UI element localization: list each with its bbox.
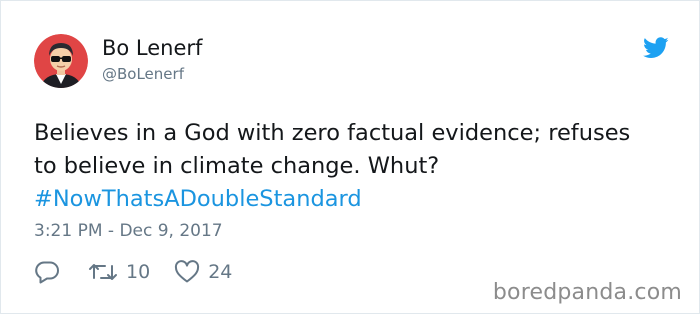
hashtag-link[interactable]: #NowThatsADoubleStandard [34,183,684,216]
tweet-text-line-2: to believe in climate change. Whut? [34,153,440,179]
like-button[interactable]: 24 [174,260,232,284]
reply-icon [34,260,60,284]
like-count: 24 [208,261,233,283]
heart-icon [174,260,200,284]
author-name[interactable]: Bo Lenerf [102,36,202,60]
retweet-button[interactable]: 10 [88,261,150,283]
retweet-icon [88,261,118,283]
avatar-image [34,34,88,88]
tweet-text: Believes in a God with zero factual evid… [34,117,684,216]
tweet-card: Bo Lenerf @BoLenerf Believes in a God wi… [0,0,700,314]
retweet-count: 10 [126,261,151,283]
avatar[interactable] [34,34,88,88]
timestamp[interactable]: 3:21 PM - Dec 9, 2017 [34,221,223,241]
watermark: boredpanda.com [492,280,682,305]
tweet-text-line-1: Believes in a God with zero factual evid… [34,120,631,146]
reply-button[interactable] [34,260,60,284]
action-bar: 10 24 [34,259,232,285]
author-handle[interactable]: @BoLenerf [102,65,184,83]
twitter-bird-icon[interactable] [643,37,669,59]
